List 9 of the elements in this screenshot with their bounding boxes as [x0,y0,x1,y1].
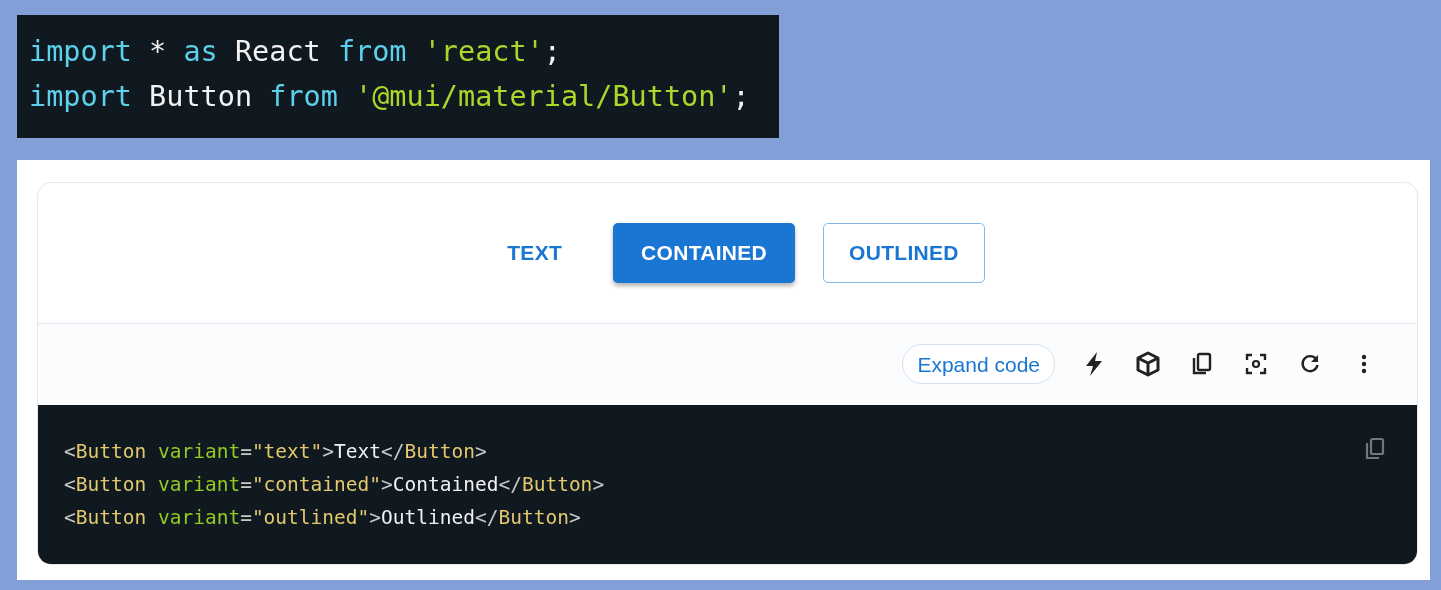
code-line: <Button variant="text">Text</Button> [64,439,487,465]
expand-code-button[interactable]: Expand code [902,344,1055,385]
code-line: <Button variant="outlined">Outlined</Button> [64,505,581,531]
contained-variant-button[interactable]: CONTAINED [613,222,796,283]
outlined-variant-button[interactable]: OUTLINED [823,222,985,283]
code-line: <Button variant="contained">Contained</Button> [64,472,605,498]
code-line: import Button from '@mui/material/Button'; [29,79,750,115]
text-variant-button[interactable]: TEXT [484,222,586,283]
code-line: import * as React from 'react'; [29,34,561,70]
